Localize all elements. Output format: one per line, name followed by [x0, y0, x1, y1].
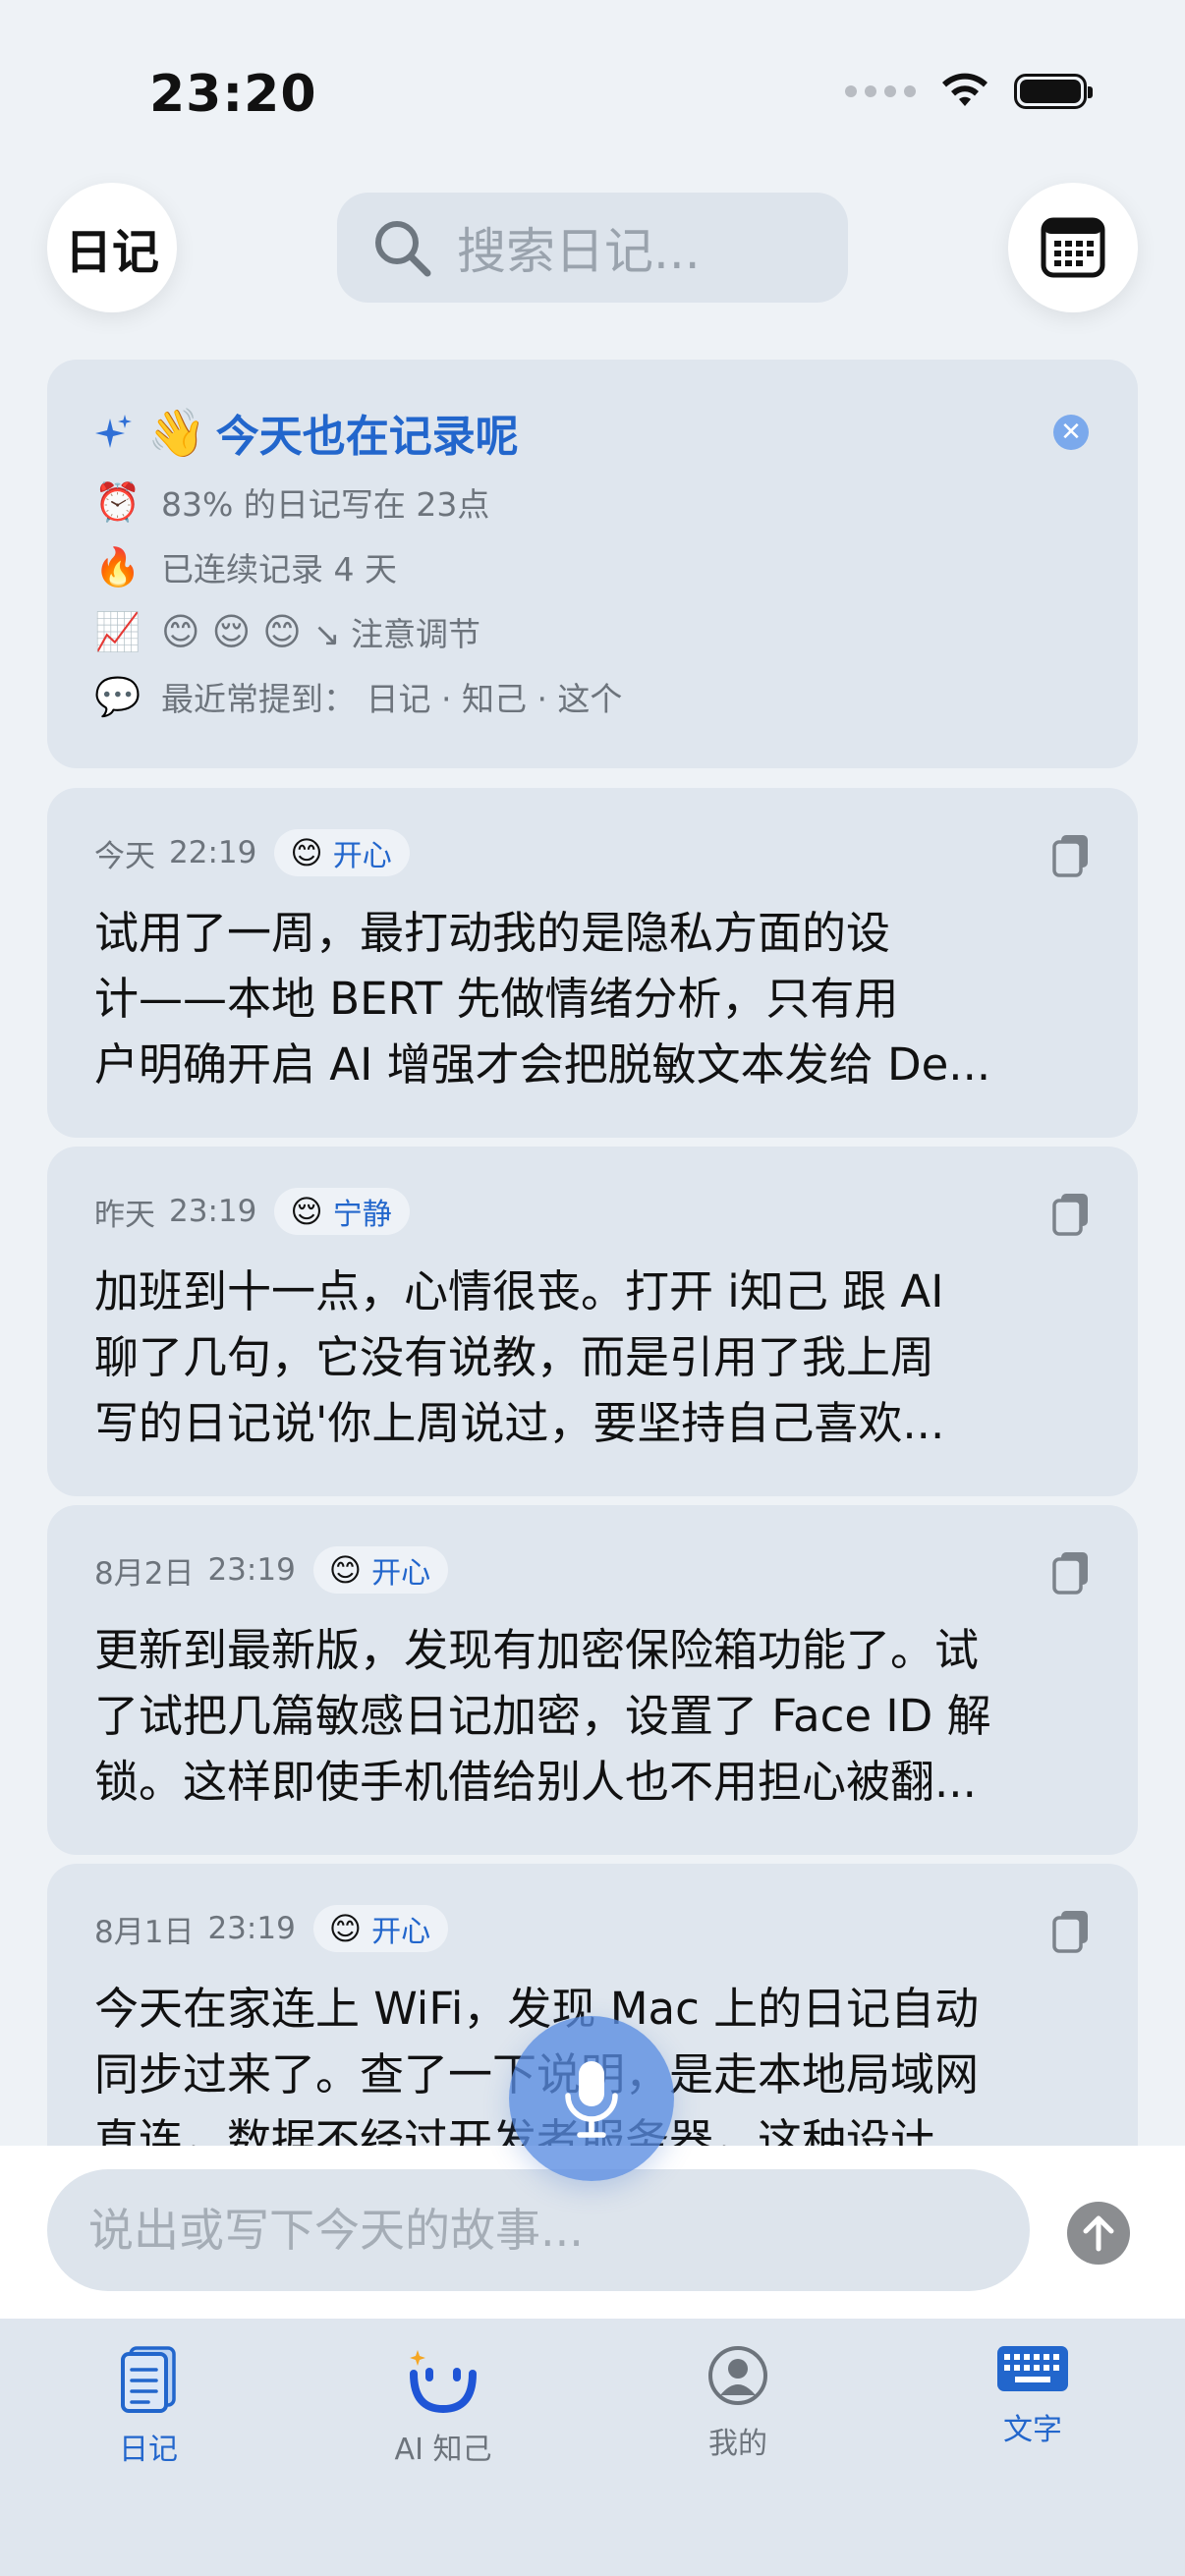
speech-bubble-icon: 💬	[94, 674, 141, 718]
entry-text: 加班到十一点，心情很丧。打开 i知己 跟 AI 聊了几句，它没有说教，而是引用了…	[94, 1265, 945, 1449]
entry-time: 22:19	[169, 835, 257, 870]
stat-mood-trend: 📈 😊 😌 😊 ↘ 注意调节	[94, 599, 1091, 664]
mood-tag: 😊 开心	[312, 1546, 449, 1594]
stat-streak: 🔥 已连续记录 4 天	[94, 534, 1091, 599]
entry-date: 8月2日	[94, 1555, 195, 1592]
arrow-up-icon	[1083, 2215, 1114, 2252]
tab-label: AI 知己	[394, 2433, 492, 2467]
tab-bar: 日记 AI 知己 我的 文字	[0, 2319, 1185, 2576]
mood-emoji: 😊	[161, 610, 200, 653]
ai-friend-icon	[410, 2350, 477, 2414]
mood-emoji: 😌	[211, 610, 252, 653]
keyboard-icon	[997, 2346, 1068, 2391]
insight-summary-card: 👋 今天也在记录呢 ✕ ⏰ 83% 的日记写在 23点 🔥 已连续记录 4 天 …	[47, 360, 1138, 768]
tab-profile[interactable]: 我的	[640, 2344, 836, 2462]
diary-icon	[121, 2346, 176, 2413]
copy-icon[interactable]	[1051, 1909, 1091, 1958]
battery-icon	[1014, 74, 1093, 109]
search-placeholder: 搜索日记...	[457, 223, 701, 280]
tab-text-input[interactable]: 文字	[934, 2344, 1131, 2448]
wave-emoji: 👋	[147, 405, 206, 461]
tab-label: 日记	[119, 2433, 178, 2467]
entry-text: 更新到最新版，发现有加密保险箱功能了。试 了试把几篇敏感日记加密，设置了 Fac…	[94, 1624, 991, 1808]
mood-label: 开心	[332, 839, 392, 873]
mood-emoji: 😊	[328, 1910, 363, 1947]
mood-emoji: 😊	[262, 610, 302, 653]
summary-title: 今天也在记录呢	[215, 412, 519, 462]
search-icon	[375, 221, 431, 277]
mood-label: 宁静	[332, 1198, 392, 1232]
tab-label: 我的	[708, 2427, 767, 2461]
tab-label: 文字	[1003, 2413, 1062, 2447]
diary-entry-card[interactable]: 昨天 23:19 😌 宁静 加班到十一点，心情很丧。打开 i知己 跟 AI 聊了…	[47, 1147, 1138, 1496]
entry-date: 8月1日	[94, 1914, 195, 1950]
stat-text: 83% 的日记写在 23点	[161, 485, 490, 524]
copy-icon[interactable]	[1051, 1550, 1091, 1599]
microphone-icon	[565, 2061, 618, 2138]
send-button[interactable]	[1067, 2202, 1130, 2265]
mood-tag: 😌 宁静	[274, 1188, 410, 1235]
diary-title-button[interactable]: 日记	[47, 183, 177, 312]
stat-keywords: 💬 最近常提到： 日记 · 知己 · 这个	[94, 664, 1091, 729]
voice-record-button[interactable]	[509, 2016, 674, 2181]
cellular-signal-icon	[845, 85, 916, 97]
status-time: 23:20	[149, 65, 317, 124]
status-icons	[845, 73, 1093, 110]
entry-date: 昨天	[94, 1197, 155, 1233]
mood-tag: 😊 开心	[274, 829, 410, 876]
stat-text: ↘ 注意调节	[312, 615, 481, 653]
calendar-icon	[1041, 217, 1105, 278]
stat-text: 已连续记录 4 天	[161, 550, 397, 588]
entry-time: 23:19	[207, 1552, 296, 1588]
mood-emoji: 😊	[328, 1551, 363, 1589]
entry-time: 23:19	[207, 1911, 296, 1946]
copy-icon[interactable]	[1051, 833, 1091, 882]
mood-emoji: 😌	[290, 1193, 323, 1230]
search-bar[interactable]: 搜索日记...	[337, 193, 848, 303]
close-summary-button[interactable]: ✕	[1053, 415, 1089, 450]
chart-increasing-icon: 📈	[94, 609, 141, 653]
diary-compose-input[interactable]	[47, 2169, 1030, 2291]
tab-diary[interactable]: 日记	[50, 2344, 247, 2468]
diary-entry-card[interactable]: 今天 22:19 😊 开心 试用了一周，最打动我的是隐私方面的设 计——本地 B…	[47, 788, 1138, 1138]
calendar-button[interactable]	[1008, 183, 1138, 312]
close-icon: ✕	[1060, 418, 1082, 447]
entry-date: 今天	[94, 838, 155, 874]
diary-title-label: 日记	[64, 225, 159, 280]
entry-time: 23:19	[169, 1194, 257, 1229]
fire-icon: 🔥	[94, 544, 141, 588]
mood-tag: 😊 开心	[312, 1905, 449, 1952]
profile-icon	[708, 2346, 767, 2405]
diary-entry-card[interactable]: 8月2日 23:19 😊 开心 更新到最新版，发现有加密保险箱功能了。试 了试把…	[47, 1505, 1138, 1855]
stat-text: 最近常提到： 日记 · 知己 · 这个	[161, 680, 623, 718]
copy-icon[interactable]	[1051, 1192, 1091, 1241]
entry-text: 试用了一周，最打动我的是隐私方面的设 计——本地 BERT 先做情绪分析，只有用…	[94, 907, 991, 1091]
mood-label: 开心	[371, 1915, 431, 1949]
mood-label: 开心	[371, 1556, 431, 1591]
wifi-icon	[942, 73, 988, 106]
mood-emoji: 😊	[290, 834, 323, 871]
alarm-clock-icon: ⏰	[94, 479, 141, 524]
summary-header: 👋 今天也在记录呢	[94, 403, 1091, 462]
stat-writing-time: ⏰ 83% 的日记写在 23点	[94, 470, 1091, 534]
sparkle-icon	[95, 415, 132, 448]
tab-ai-friend[interactable]: AI 知己	[345, 2344, 541, 2468]
